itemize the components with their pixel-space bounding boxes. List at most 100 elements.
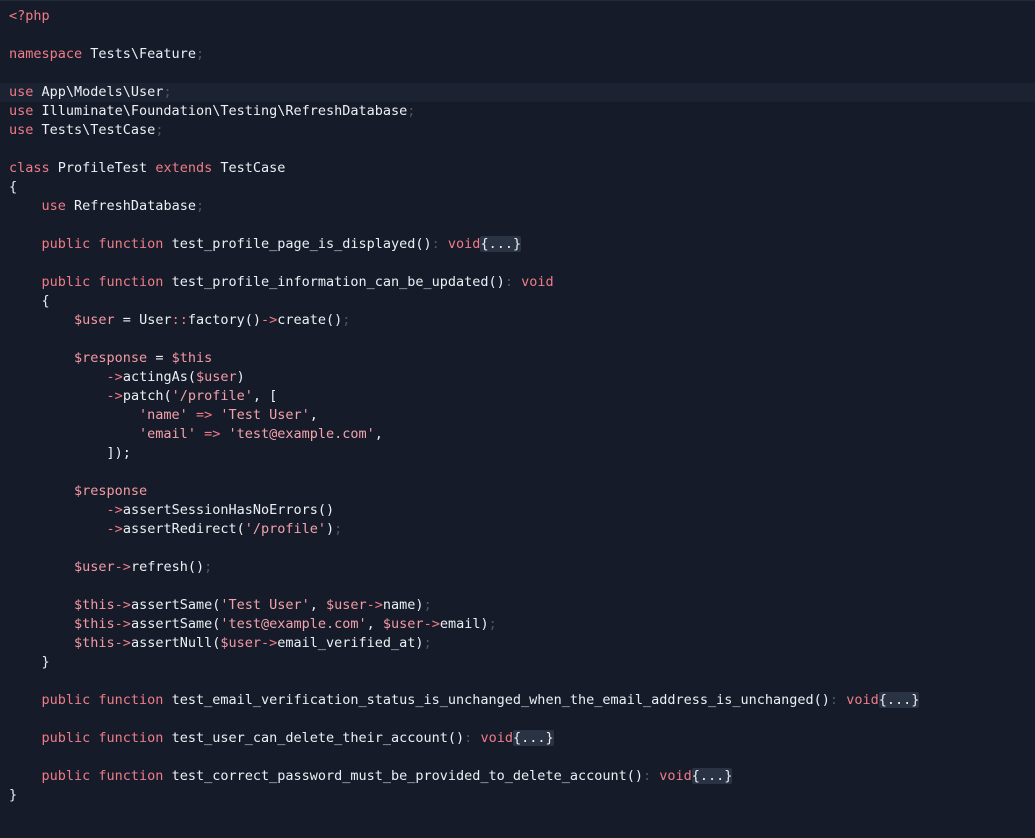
code-token: => (187, 407, 221, 423)
code-line[interactable]: use RefreshDatabase; (0, 197, 1035, 216)
code-token: ]); (9, 445, 131, 461)
fold-toggle[interactable]: {...} (480, 236, 522, 252)
code-line[interactable] (0, 539, 1035, 558)
code-token: $this (74, 597, 115, 613)
code-token: $user (326, 597, 367, 613)
code-line[interactable] (0, 216, 1035, 235)
code-token: 'name' (139, 407, 188, 423)
code-token: ; (423, 597, 432, 613)
code-token: ) (326, 521, 335, 537)
code-line[interactable]: $this->assertSame('Test User', $user->na… (0, 596, 1035, 615)
code-token: email) (439, 616, 489, 632)
code-token: ; (163, 84, 172, 100)
code-token: : (829, 692, 847, 708)
code-token: -> (423, 616, 440, 632)
code-line[interactable]: $this->assertNull($user->email_verified_… (0, 634, 1035, 653)
code-token: $this (74, 616, 115, 632)
code-line[interactable] (0, 748, 1035, 767)
code-line[interactable]: ->actingAs($user) (0, 368, 1035, 387)
code-token: class (9, 160, 50, 176)
code-token: -> (106, 521, 123, 537)
code-token: assertSame( (130, 597, 221, 613)
code-line[interactable]: } (0, 786, 1035, 805)
code-token: assertRedirect( (122, 521, 245, 537)
code-token: -> (261, 312, 278, 328)
code-line[interactable]: $response (0, 482, 1035, 501)
code-line[interactable] (0, 577, 1035, 596)
code-token: : (642, 768, 660, 784)
code-line[interactable]: } (0, 653, 1035, 672)
code-token: -> (106, 388, 123, 404)
code-token: -> (114, 559, 131, 575)
code-line[interactable] (0, 463, 1035, 482)
code-line[interactable] (0, 330, 1035, 349)
code-area[interactable]: <?php namespace Tests\Feature; use App\Mod… (0, 7, 1035, 805)
code-line[interactable]: public function test_profile_page_is_dis… (0, 235, 1035, 254)
code-editor[interactable]: <?php namespace Tests\Feature; use App\Mod… (0, 0, 1035, 838)
code-line[interactable]: 'name' => 'Test User', (0, 406, 1035, 425)
code-token: $response (74, 350, 148, 366)
code-line[interactable] (0, 672, 1035, 691)
code-line[interactable]: <?php (0, 7, 1035, 26)
code-token: -> (114, 597, 131, 613)
code-token: ; (334, 521, 343, 537)
code-token: TestCase (212, 160, 286, 176)
code-token: } (9, 654, 50, 670)
code-line[interactable]: use Illuminate\Foundation\Testing\Refres… (0, 102, 1035, 121)
code-line[interactable]: use Tests\TestCase; (0, 121, 1035, 140)
code-token: 'email' (139, 426, 196, 442)
code-line[interactable] (0, 64, 1035, 83)
code-line[interactable]: use App\Models\User; (0, 83, 1035, 102)
code-token: Tests\Feature (82, 46, 196, 62)
code-token: public function (41, 236, 164, 252)
fold-toggle[interactable]: {...} (691, 768, 733, 784)
code-line[interactable]: ->patch('/profile', [ (0, 387, 1035, 406)
code-line[interactable]: ->assertSessionHasNoErrors() (0, 501, 1035, 520)
code-line[interactable] (0, 26, 1035, 45)
code-line[interactable]: $user = User::factory()->create(); (0, 311, 1035, 330)
code-token: $response (74, 483, 148, 499)
code-line[interactable] (0, 254, 1035, 273)
code-line[interactable]: public function test_email_verification_… (0, 691, 1035, 710)
code-token: -> (106, 502, 123, 518)
code-line[interactable]: ->assertRedirect('/profile'); (0, 520, 1035, 539)
code-token: = (147, 350, 172, 366)
code-token: actingAs( (122, 369, 196, 385)
code-line[interactable]: $this->assertSame('test@example.com', $u… (0, 615, 1035, 634)
code-line[interactable]: class ProfileTest extends TestCase (0, 159, 1035, 178)
code-token: use (9, 103, 34, 119)
code-token: RefreshDatabase (65, 198, 196, 214)
code-line[interactable]: $response = $this (0, 349, 1035, 368)
code-token: , (366, 616, 383, 632)
code-line[interactable]: 'email' => 'test@example.com', (0, 425, 1035, 444)
code-token: refresh() (130, 559, 205, 575)
code-token: $this (171, 350, 213, 366)
code-line[interactable] (0, 140, 1035, 159)
fold-toggle[interactable]: {...} (878, 692, 920, 708)
fold-toggle[interactable]: {...} (512, 730, 554, 746)
code-token: void (480, 730, 513, 746)
code-token: ; (423, 635, 432, 651)
code-token: test_user_can_delete_their_account() (163, 730, 465, 746)
code-token: -> (106, 369, 123, 385)
code-token: ProfileTest (49, 160, 156, 176)
code-line[interactable] (0, 710, 1035, 729)
code-token: = (114, 312, 140, 328)
code-line[interactable]: $user->refresh(); (0, 558, 1035, 577)
code-token: -> (260, 635, 278, 651)
code-token: $this (74, 635, 115, 651)
code-line[interactable]: ]); (0, 444, 1035, 463)
code-token: assertSame( (130, 616, 221, 632)
code-line[interactable]: { (0, 178, 1035, 197)
code-line[interactable]: namespace Tests\Feature; (0, 45, 1035, 64)
code-line[interactable]: public function test_user_can_delete_the… (0, 729, 1035, 748)
code-line[interactable]: public function test_correct_password_mu… (0, 767, 1035, 786)
code-line[interactable]: { (0, 292, 1035, 311)
code-line[interactable]: public function test_profile_information… (0, 273, 1035, 292)
